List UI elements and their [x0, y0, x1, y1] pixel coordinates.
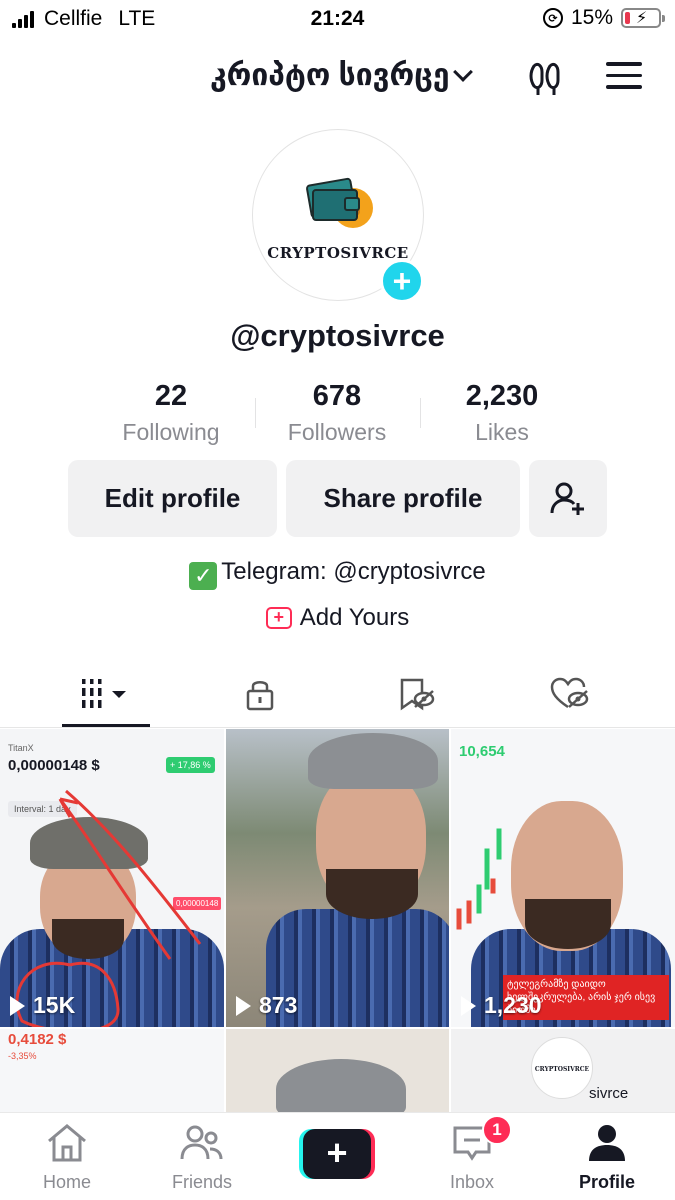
battery-icon: ⚡	[621, 8, 665, 28]
nav-home[interactable]: Home	[7, 1123, 127, 1193]
overlay-change: -3,35%	[8, 1051, 37, 1061]
play-count-value: 1,230	[484, 992, 542, 1018]
bottom-navigation: Home Friends + Inbox 1 Profile	[0, 1112, 675, 1200]
checkmark-icon: ✓	[189, 562, 218, 590]
overlay-price: 0,4182 $	[8, 1031, 67, 1048]
video-thumbnail[interactable]: 873	[226, 729, 449, 1027]
tab-liked[interactable]	[540, 674, 600, 714]
play-count: 15K	[10, 992, 75, 1019]
chevron-down-icon	[452, 61, 473, 82]
battery-info: ⟳ 15% ⚡	[542, 6, 665, 30]
overlay-logo: CRYPTOSIVRCE	[534, 1066, 590, 1073]
video-thumbnail[interactable]: CRYPTOSIVRCE sivrce	[451, 1029, 675, 1112]
nav-friends[interactable]: Friends	[142, 1123, 262, 1193]
active-tab-indicator	[62, 724, 150, 727]
private-lock-icon	[246, 681, 274, 711]
create-plus-icon: +	[303, 1129, 371, 1179]
bio-text[interactable]: Telegram: @cryptosivrce	[221, 558, 485, 585]
glasses-icon[interactable]	[526, 58, 566, 98]
menu-icon[interactable]	[606, 62, 642, 97]
play-icon	[10, 995, 25, 1016]
play-count: 1,230	[461, 992, 542, 1019]
nav-label: Profile	[578, 1172, 635, 1192]
play-count-value: 15K	[33, 992, 76, 1018]
play-icon	[461, 995, 476, 1016]
account-switcher[interactable]: კრიპტო სივრცე	[210, 58, 473, 93]
content-tabs	[0, 660, 675, 728]
share-profile-button[interactable]: Share profile	[286, 460, 520, 537]
friends-icon	[180, 1125, 223, 1160]
liked-hidden-icon	[550, 677, 589, 709]
nav-inbox[interactable]: Inbox	[412, 1123, 532, 1193]
bio: ✓ Telegram: @cryptosivrce	[0, 558, 675, 590]
red-annotation-arrows	[15, 789, 202, 1027]
home-icon	[48, 1124, 86, 1162]
video-grid: TitanX 0,00000148 $ + 17,86 % Interval: …	[0, 729, 675, 1112]
stat-followers[interactable]: 678 Followers	[252, 380, 422, 446]
play-count: 873	[236, 992, 297, 1019]
video-thumbnail[interactable]: 0,4182 $ -3,35%	[0, 1029, 224, 1112]
add-friend-icon	[550, 482, 584, 515]
stat-value: 2,230	[465, 380, 539, 412]
nav-profile[interactable]: Profile	[547, 1123, 667, 1193]
profile-stats: 22 Following 678 Followers 2,230 Likes	[0, 380, 675, 450]
play-icon	[236, 995, 251, 1016]
rotation-lock-icon: ⟳	[542, 8, 563, 28]
favorites-hidden-icon	[400, 678, 435, 711]
add-yours-link[interactable]: + Add Yours	[0, 604, 675, 632]
tab-favorites[interactable]	[386, 674, 446, 714]
edit-profile-button[interactable]: Edit profile	[68, 460, 277, 537]
tab-videos[interactable]	[76, 674, 136, 714]
add-avatar-button[interactable]: +	[380, 259, 424, 303]
add-yours-icon: +	[265, 607, 292, 629]
stat-label: Followers	[287, 419, 387, 445]
status-bar: Cellfie LTE 21:24 ⟳ 15% ⚡	[0, 0, 675, 38]
charging-bolt-icon: ⚡	[636, 10, 648, 27]
stat-label: Following	[122, 419, 220, 445]
videos-grid-icon	[82, 679, 126, 708]
nav-label: Inbox	[449, 1172, 495, 1192]
play-count-value: 873	[259, 992, 298, 1018]
person-image	[276, 1059, 406, 1112]
profile-header: კრიპტო სივრცე	[0, 50, 675, 106]
overlay-text: sivrce	[589, 1085, 629, 1102]
video-thumbnail[interactable]	[226, 1029, 449, 1112]
video-thumbnail[interactable]: TitanX 0,00000148 $ + 17,86 % Interval: …	[0, 729, 224, 1027]
username: @cryptosivrce	[230, 318, 445, 353]
overlay-price: 10,654	[459, 743, 505, 760]
stat-likes[interactable]: 2,230 Likes	[417, 380, 587, 446]
stat-label: Likes	[475, 419, 529, 445]
stat-value: 22	[154, 380, 188, 412]
stat-value: 678	[312, 380, 362, 412]
nav-label: Friends	[171, 1172, 233, 1192]
create-button[interactable]: +	[299, 1129, 375, 1179]
channel-avatar: CRYPTOSIVRCE	[531, 1037, 593, 1099]
stat-following[interactable]: 22 Following	[86, 380, 256, 446]
tab-private[interactable]	[230, 674, 290, 714]
add-friend-button[interactable]	[529, 460, 607, 537]
nav-label: Home	[42, 1172, 91, 1192]
wallet-bitcoin-logo-icon: B	[306, 177, 373, 228]
profile-icon	[589, 1125, 625, 1161]
video-thumbnail[interactable]: 10,654 ტელეგრამზე დაიდო ხელშეკრულება, არ…	[451, 729, 675, 1027]
inbox-notification-badge: 1	[482, 1115, 512, 1145]
add-yours-label: Add Yours	[299, 604, 410, 631]
battery-fill	[625, 12, 630, 24]
account-name: კრიპტო სივრცე	[210, 59, 450, 92]
battery-percent: 15%	[570, 6, 613, 29]
